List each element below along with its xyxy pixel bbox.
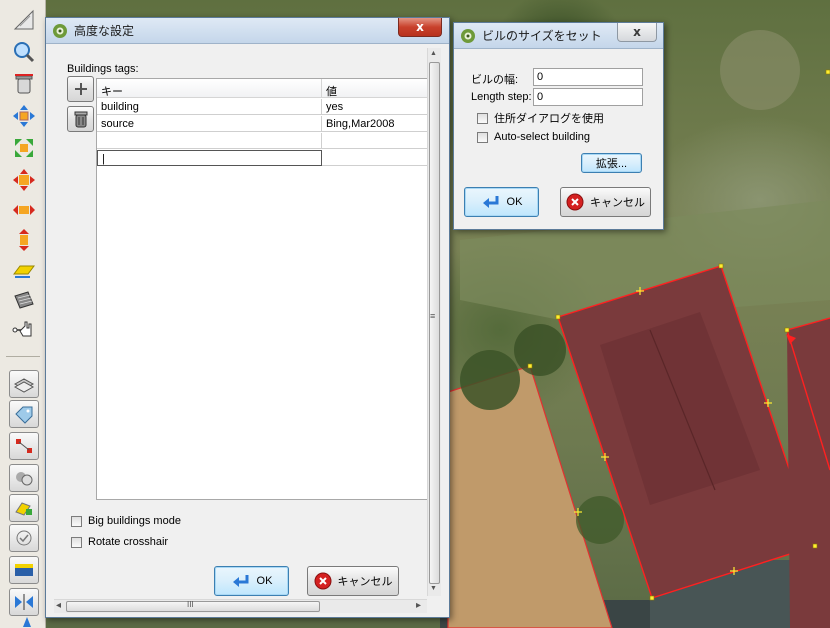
ok-label: OK (506, 196, 523, 208)
josm-app-icon (461, 28, 475, 43)
ok-label: OK (256, 575, 273, 587)
tag-value-cell[interactable] (322, 150, 428, 166)
enter-arrow-icon (232, 575, 249, 587)
hscroll-grip: III (187, 600, 194, 609)
rotate-crosshair-label: Rotate crosshair (88, 536, 169, 548)
add-tag-button[interactable] (67, 76, 94, 102)
rotate-icon[interactable] (8, 134, 40, 162)
tags-table[interactable]: キー 値 building yes source Bing,Mar2008 | (96, 78, 428, 500)
tag-key-cell[interactable]: building (97, 99, 322, 115)
tree (576, 496, 624, 544)
expand-label: 拡張... (595, 158, 628, 170)
address-dialog-label: 住所ダイアログを使用 (494, 113, 604, 125)
auto-select-checkbox[interactable]: Auto-select building (477, 131, 590, 143)
cancel-icon (314, 572, 331, 590)
size-dialog-title: ビルのサイズをセット (482, 29, 602, 43)
scroll-up-arrow[interactable]: ▲ (430, 50, 437, 57)
column-header-key[interactable]: キー (97, 79, 322, 98)
layers-icon[interactable] (9, 370, 39, 398)
enter-arrow-icon (482, 196, 499, 208)
relation-icon[interactable] (9, 432, 39, 460)
checkbox-box[interactable] (477, 131, 488, 143)
tag-key-cell[interactable] (97, 133, 322, 149)
table-row[interactable] (97, 133, 427, 149)
trash-icon (74, 111, 87, 128)
rotate-crosshair-checkbox[interactable]: Rotate crosshair (71, 536, 168, 548)
auto-select-label: Auto-select building (494, 131, 591, 143)
address-dialog-checkbox[interactable]: 住所ダイアログを使用 (477, 110, 604, 126)
buildings-icon[interactable] (8, 286, 40, 314)
column-header-value[interactable]: 値 (322, 79, 428, 98)
vertical-scrollbar[interactable]: ▲ ≡ ▼ (427, 48, 441, 596)
zoom-icon[interactable] (8, 38, 40, 66)
expand-button[interactable]: 拡張... (581, 153, 642, 173)
length-step-label: Length step: (471, 91, 532, 103)
table-row[interactable]: building yes (97, 99, 427, 115)
buildings-tags-label: Buildings tags: (67, 63, 139, 75)
tag-value-cell[interactable]: yes (322, 99, 428, 115)
width-label: ビルの幅: (471, 74, 519, 86)
imagery-icon[interactable] (9, 556, 39, 584)
filter-icon[interactable] (9, 464, 39, 492)
big-buildings-mode-checkbox[interactable]: Big buildings mode (71, 515, 181, 527)
scroll-grip: ≡ (430, 311, 436, 321)
tree (460, 350, 520, 410)
cancel-button[interactable]: キャンセル (307, 566, 399, 596)
cancel-button[interactable]: キャンセル (560, 187, 651, 217)
advanced-dialog-close-button[interactable]: x (398, 18, 442, 37)
scroll-thumb[interactable] (429, 62, 440, 584)
parallel-icon[interactable] (8, 256, 40, 284)
split-icon[interactable] (9, 588, 39, 616)
size-dialog-close-button[interactable]: x (617, 23, 657, 42)
cancel-label: キャンセル (337, 576, 393, 588)
plus-icon (74, 83, 87, 95)
scroll-down-arrow[interactable]: ▼ (430, 585, 437, 592)
advanced-dialog-titlebar[interactable]: 高度な設定 (46, 18, 449, 44)
delete-tag-button[interactable] (67, 106, 94, 132)
table-row[interactable]: source Bing,Mar2008 (97, 116, 427, 132)
ok-button[interactable]: OK (214, 566, 289, 596)
toolbar-separator (6, 356, 40, 357)
width-field[interactable]: 0 (533, 68, 643, 86)
advanced-dialog-title: 高度な設定 (74, 24, 135, 38)
edit-toolbar (0, 0, 46, 628)
checkbox-box[interactable] (71, 536, 82, 548)
checkbox-box[interactable] (477, 112, 488, 124)
scroll-left-arrow[interactable]: ◂ (56, 600, 61, 611)
tree (514, 324, 566, 376)
draw-icon[interactable] (8, 6, 40, 34)
scroll-right-arrow[interactable]: ▸ (416, 600, 421, 611)
select-hand-icon[interactable] (8, 316, 40, 344)
tag-value-cell[interactable]: Bing,Mar2008 (322, 116, 428, 132)
expand-vertical-icon[interactable] (8, 226, 40, 254)
paint-icon[interactable] (9, 494, 39, 522)
scale-icon[interactable] (8, 166, 40, 194)
expand-horizontal-icon[interactable] (8, 196, 40, 224)
josm-app-icon (53, 23, 67, 38)
delete-icon[interactable] (8, 70, 40, 98)
cancel-label: キャンセル (590, 197, 645, 209)
table-row[interactable]: | (97, 150, 427, 166)
more-icon[interactable] (8, 616, 40, 628)
tree (720, 30, 800, 110)
tags-icon[interactable] (9, 400, 39, 428)
tag-key-cell[interactable]: source (97, 116, 322, 132)
tag-value-cell[interactable] (322, 133, 428, 149)
validation-icon[interactable] (9, 524, 39, 552)
advanced-settings-dialog: 高度な設定 x Buildings tags: キー 値 building ye… (45, 17, 450, 618)
big-buildings-mode-label: Big buildings mode (88, 515, 181, 527)
cancel-icon (566, 193, 584, 211)
building-size-dialog: ビルのサイズをセット x ビルの幅: 0 Length step: 0 住所ダイ… (453, 22, 664, 230)
building-right (787, 318, 830, 628)
length-step-field[interactable]: 0 (533, 88, 643, 106)
move-icon[interactable] (8, 102, 40, 130)
horizontal-scrollbar[interactable]: ◂ III ▸ (54, 599, 427, 613)
tag-key-edit-cell[interactable]: | (97, 150, 322, 166)
ok-button[interactable]: OK (464, 187, 539, 217)
checkbox-box[interactable] (71, 515, 82, 527)
